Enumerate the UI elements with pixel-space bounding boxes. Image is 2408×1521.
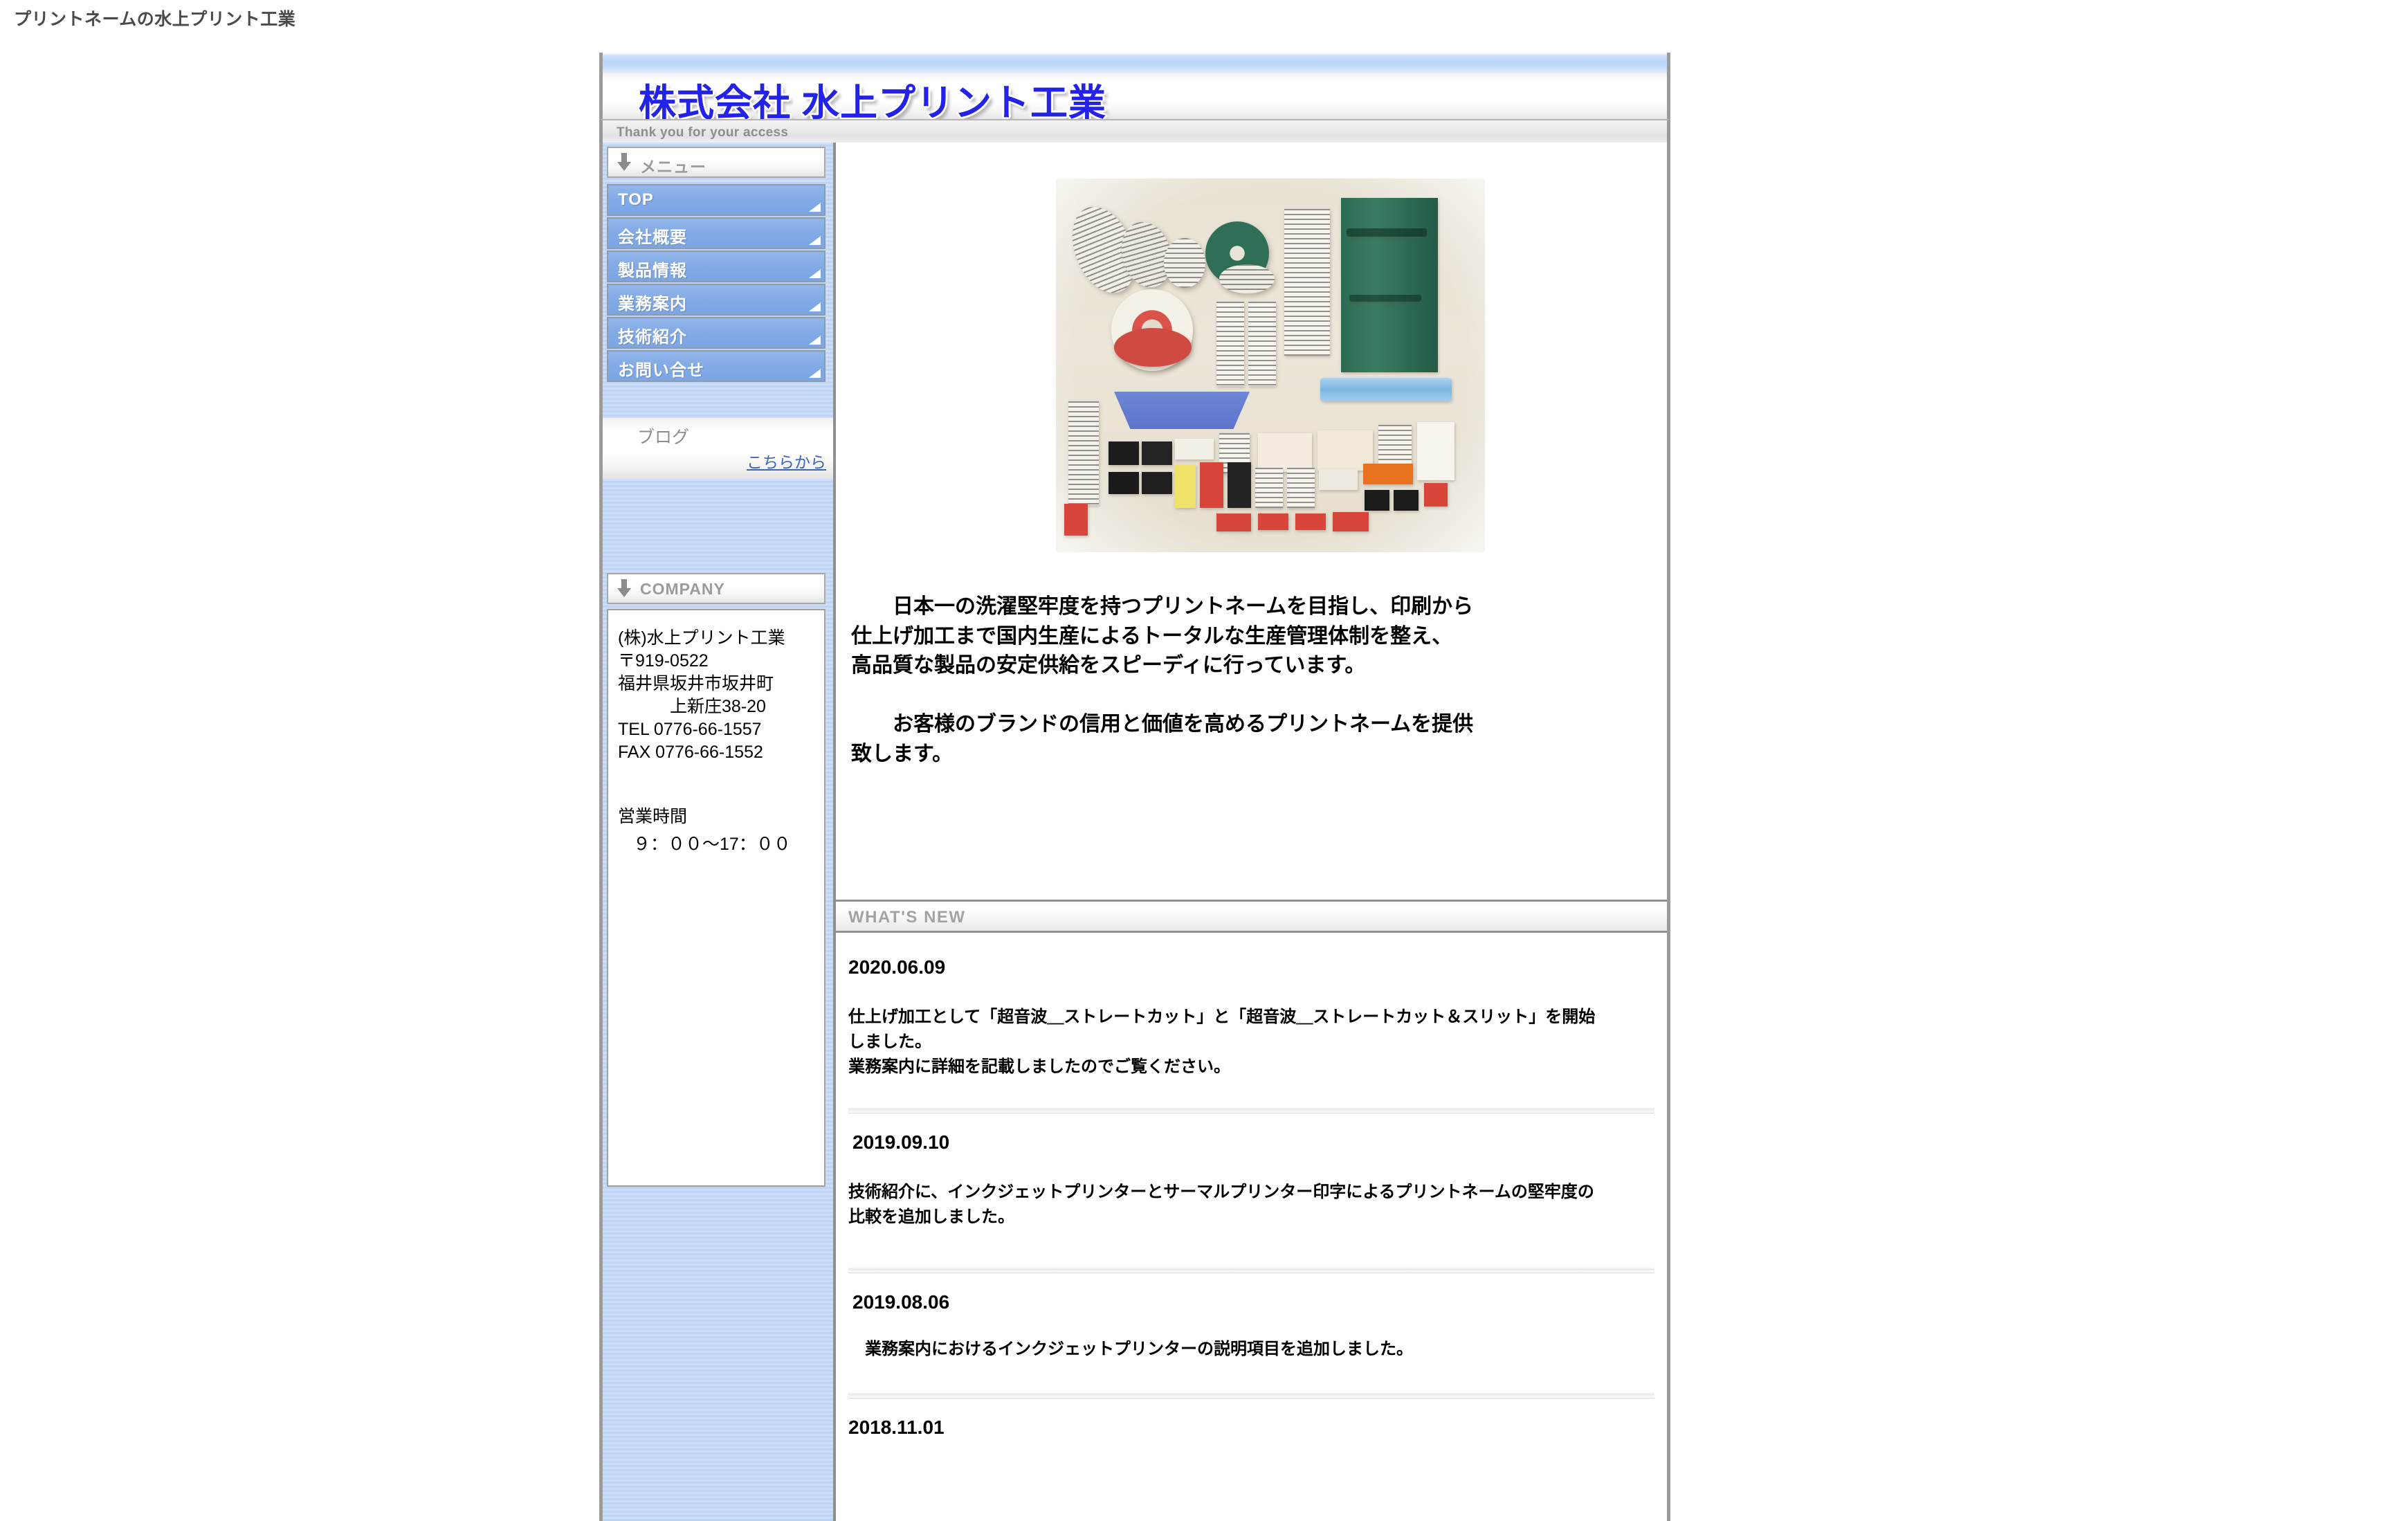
company-heading-label: COMPANY	[640, 580, 725, 598]
product-photo	[1056, 179, 1485, 552]
site-wrapper: 株式会社 水上プリント工業 Thank you for your access …	[599, 47, 1675, 1521]
sidebar-item-label: 製品情報	[618, 262, 687, 280]
news-item: 2020.06.09 仕上げ加工として「超音波＿ストレートカット」と「超音波＿ス…	[836, 956, 1667, 1080]
sidebar-item-top[interactable]: TOP	[607, 184, 826, 216]
sidebar-item-technology[interactable]: 技術紹介	[607, 317, 826, 349]
corner-triangle-icon	[809, 236, 821, 245]
company-address: (株)水上プリント工業 〒919-0522 福井県坂井市坂井町 上新庄38-20…	[618, 628, 785, 762]
news-date: 2019.09.10	[852, 1131, 950, 1153]
news-item: 2019.08.06 業務案内におけるインクジェットプリンターの説明項目を追加し…	[836, 1291, 1667, 1362]
intro-text: 日本一の洗濯堅牢度を持つプリントネームを目指し、印刷から 仕上げ加工まで国内生産…	[851, 595, 1474, 765]
arrow-down-icon	[617, 579, 632, 599]
corner-triangle-icon	[809, 203, 821, 212]
tagline-text: Thank you for your access	[617, 125, 789, 140]
blog-title: ブログ	[637, 428, 690, 447]
news-divider	[848, 1392, 1654, 1399]
sidebar-item-product-info[interactable]: 製品情報	[607, 251, 826, 282]
menu-heading-label: メニュー	[640, 158, 706, 176]
news-item: 2018.11.01	[836, 1417, 1667, 1439]
arrow-down-icon	[617, 153, 632, 172]
blog-link[interactable]: こちらから	[747, 449, 826, 473]
whats-new-label: WHAT'S NEW	[848, 908, 966, 927]
news-body: 技術紹介に、インクジェットプリンターとサーマルプリンター印字によるプリントネーム…	[848, 1183, 1594, 1226]
sidebar-item-label: 会社概要	[618, 228, 687, 247]
news-divider	[848, 1107, 1654, 1113]
sidebar-item-business-guide[interactable]: 業務案内	[607, 284, 826, 316]
news-date: 2018.11.01	[848, 1417, 945, 1438]
page-title: プリントネームの水上プリント工業	[14, 10, 296, 29]
top-accent-bar	[599, 53, 1670, 73]
site-header: 株式会社 水上プリント工業	[599, 73, 1670, 124]
sidebar: メニュー TOP 会社概要 製品情報 業務案内 技術紹介 お問い合せ ブログ こ…	[603, 143, 833, 1521]
blog-panel: ブログ こちらから	[603, 418, 833, 479]
corner-triangle-icon	[809, 302, 821, 311]
sidebar-menu: TOP 会社概要 製品情報 業務案内 技術紹介 お問い合せ	[607, 184, 826, 383]
hero-section: 日本一の洗濯堅牢度を持つプリントネームを目指し、印刷から 仕上げ加工まで国内生産…	[836, 143, 1667, 890]
sidebar-item-label: TOP	[618, 190, 654, 209]
news-item: 2019.09.10 技術紹介に、インクジェットプリンターとサーマルプリンター印…	[836, 1131, 1667, 1230]
menu-heading: メニュー	[607, 147, 826, 178]
news-date: 2019.08.06	[852, 1291, 950, 1313]
body-row: メニュー TOP 会社概要 製品情報 業務案内 技術紹介 お問い合せ ブログ こ…	[599, 143, 1670, 1521]
whats-new-bar: WHAT'S NEW	[836, 900, 1667, 933]
corner-triangle-icon	[809, 269, 821, 278]
company-heading: COMPANY	[607, 573, 826, 604]
corner-triangle-icon	[809, 336, 821, 345]
news-divider	[848, 1267, 1654, 1273]
news-list: 2020.06.09 仕上げ加工として「超音波＿ストレートカット」と「超音波＿ス…	[836, 938, 1667, 1521]
sidebar-item-label: 技術紹介	[618, 328, 687, 347]
corner-triangle-icon	[809, 369, 821, 378]
company-hours-value: ９：００〜17：００	[633, 835, 791, 854]
main-content: 日本一の洗濯堅牢度を持つプリントネームを目指し、印刷から 仕上げ加工まで国内生産…	[833, 143, 1667, 1521]
tagline-strip: Thank you for your access	[599, 119, 1670, 143]
news-body: 仕上げ加工として「超音波＿ストレートカット」と「超音波＿ストレートカット＆スリッ…	[848, 1008, 1596, 1076]
sidebar-item-company-profile[interactable]: 会社概要	[607, 217, 826, 249]
sidebar-item-contact[interactable]: お問い合せ	[607, 350, 826, 382]
sidebar-item-label: お問い合せ	[618, 361, 704, 380]
company-info-card: (株)水上プリント工業 〒919-0522 福井県坂井市坂井町 上新庄38-20…	[607, 609, 826, 1187]
news-body: 業務案内におけるインクジェットプリンターの説明項目を追加しました。	[848, 1340, 1413, 1358]
sidebar-item-label: 業務案内	[618, 295, 687, 313]
company-hours-label: 営業時間	[618, 807, 688, 826]
news-date: 2020.06.09	[848, 956, 946, 978]
